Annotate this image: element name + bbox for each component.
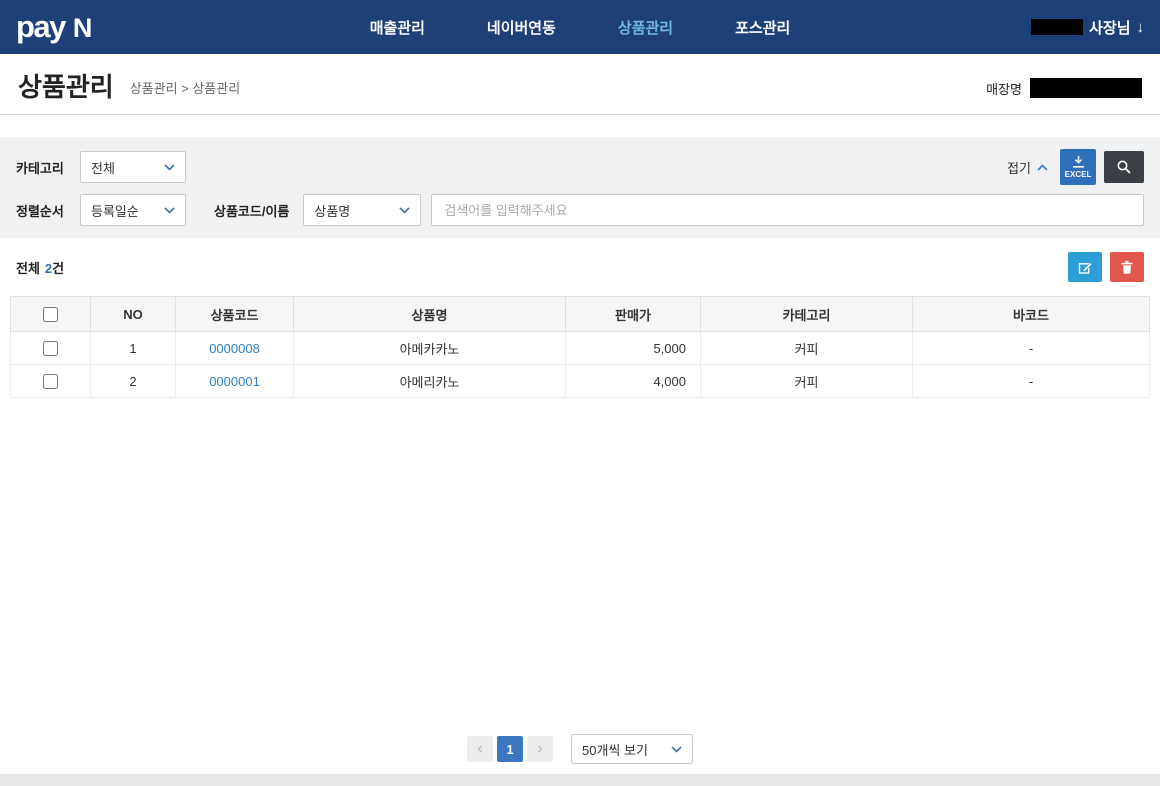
table-row: 1 0000008 아메카카노 5,000 커피 - (10, 331, 1150, 365)
breadcrumb: 상품관리 > 상품관리 (129, 81, 241, 96)
main-navigation: 매출관리 네이버연동 상품관리 포스관리 (370, 17, 791, 38)
excel-download-button[interactable]: EXCEL (1060, 149, 1096, 185)
logo-text-pay: pay (16, 9, 66, 44)
nav-item-pos[interactable]: 포스관리 (735, 17, 790, 38)
cell-code: 0000001 (175, 364, 294, 398)
sort-label: 정렬순서 (16, 203, 64, 219)
column-header-category: 카테고리 (700, 296, 913, 332)
cell-category: 커피 (700, 331, 913, 365)
total-count-label: 전체 2건 (16, 258, 64, 277)
nav-item-naver-link[interactable]: 네이버연동 (487, 17, 556, 38)
table-header-row: NO 상품코드 상품명 판매가 카테고리 바코드 (10, 296, 1150, 332)
store-name-area: 매장명 (986, 78, 1142, 100)
column-header-no: NO (90, 296, 176, 332)
pagination: ‹ 1 › 50개씩 보기 (0, 734, 1160, 764)
search-button[interactable] (1104, 151, 1144, 183)
cell-code: 0000008 (175, 331, 294, 365)
filter-row-2: 정렬순서 등록일순 상품코드/이름 상품명 (16, 194, 1144, 226)
redacted-store-name (1030, 78, 1142, 98)
cell-category: 커피 (700, 364, 913, 398)
page-size-value: 50개씩 보기 (582, 742, 648, 758)
payn-logo[interactable]: pay N (16, 9, 92, 45)
redacted-user-name (1031, 19, 1084, 35)
filter-row-1: 카테고리 전체 접기 EXCEL (16, 149, 1144, 185)
cell-no: 2 (90, 364, 176, 398)
page-header: 상품관리 상품관리 > 상품관리 매장명 (0, 54, 1160, 115)
logo-text-n: N (72, 13, 93, 43)
cell-name: 아메리카노 (293, 364, 566, 398)
summary-bar: 전체 2건 (0, 238, 1160, 296)
product-table: NO 상품코드 상품명 판매가 카테고리 바코드 1 0000008 아메카카노… (10, 296, 1150, 398)
filter-panel: 카테고리 전체 접기 EXCEL 정렬순서 등록일순 상품코드/이름 상품명 (0, 137, 1160, 238)
row-checkbox[interactable] (43, 341, 58, 357)
select-all-checkbox[interactable] (43, 307, 58, 323)
chevron-down-icon (164, 163, 175, 171)
arrow-down-icon: ↓ (1136, 18, 1145, 36)
column-header-barcode: 바코드 (912, 296, 1150, 332)
total-label: 전체 (16, 260, 40, 276)
select-all-cell (10, 296, 91, 332)
chevron-up-icon (1037, 163, 1048, 171)
search-field-select[interactable]: 상품명 (303, 194, 422, 226)
account-menu[interactable]: 사장님 ↓ (1031, 17, 1144, 38)
page-number-current[interactable]: 1 (497, 736, 523, 762)
search-input[interactable] (431, 194, 1144, 226)
store-name-label: 매장명 (986, 81, 1022, 97)
search-field-select-value: 상품명 (314, 203, 351, 219)
cell-price: 5,000 (565, 331, 701, 365)
cell-price: 4,000 (565, 364, 701, 398)
collapse-label: 접기 (1007, 160, 1031, 176)
row-select-cell (10, 364, 91, 398)
nav-item-sales[interactable]: 매출관리 (370, 17, 425, 38)
category-select-value: 전체 (91, 160, 115, 176)
delete-button[interactable] (1110, 252, 1144, 282)
category-label: 카테고리 (16, 160, 64, 176)
spacer (0, 115, 1160, 137)
trash-icon (1121, 260, 1133, 274)
table-row: 2 0000001 아메리카노 4,000 커피 - (10, 364, 1150, 398)
chevron-down-icon (671, 745, 682, 753)
column-header-price: 판매가 (565, 296, 701, 332)
cell-name: 아메카카노 (293, 331, 566, 365)
collapse-toggle[interactable]: 접기 (1007, 158, 1048, 177)
product-code-link[interactable]: 0000001 (209, 374, 260, 389)
total-count-suffix: 건 (52, 260, 65, 276)
chevron-down-icon (399, 206, 410, 214)
code-name-label: 상품코드/이름 (214, 203, 290, 219)
edit-pencil-icon (1078, 261, 1092, 274)
search-icon (1117, 160, 1131, 174)
page-size-select[interactable]: 50개씩 보기 (571, 734, 693, 764)
column-header-code: 상품코드 (175, 296, 294, 332)
category-select[interactable]: 전체 (80, 151, 186, 183)
sort-select[interactable]: 등록일순 (80, 194, 186, 226)
row-checkbox[interactable] (43, 374, 58, 390)
product-code-link[interactable]: 0000008 (209, 341, 260, 356)
column-header-name: 상품명 (293, 296, 566, 332)
bottom-scroll-strip (0, 774, 1160, 786)
account-role-label: 사장님 (1089, 19, 1131, 37)
top-nav-bar: pay N 매출관리 네이버연동 상품관리 포스관리 사장님 ↓ (0, 0, 1160, 54)
nav-item-products[interactable]: 상품관리 (618, 17, 673, 38)
page-title: 상품관리 (18, 72, 114, 102)
page-next-button[interactable]: › (527, 736, 553, 762)
chevron-down-icon (164, 206, 175, 214)
cell-no: 1 (90, 331, 176, 365)
cell-barcode: - (912, 331, 1150, 365)
row-select-cell (10, 331, 91, 365)
sort-select-value: 등록일순 (91, 203, 139, 219)
product-table-container: NO 상품코드 상품명 판매가 카테고리 바코드 1 0000008 아메카카노… (10, 296, 1150, 398)
page-prev-button[interactable]: ‹ (467, 736, 493, 762)
download-icon (1072, 155, 1084, 168)
edit-button[interactable] (1068, 252, 1102, 282)
cell-barcode: - (912, 364, 1150, 398)
excel-button-label: EXCEL (1064, 169, 1092, 179)
